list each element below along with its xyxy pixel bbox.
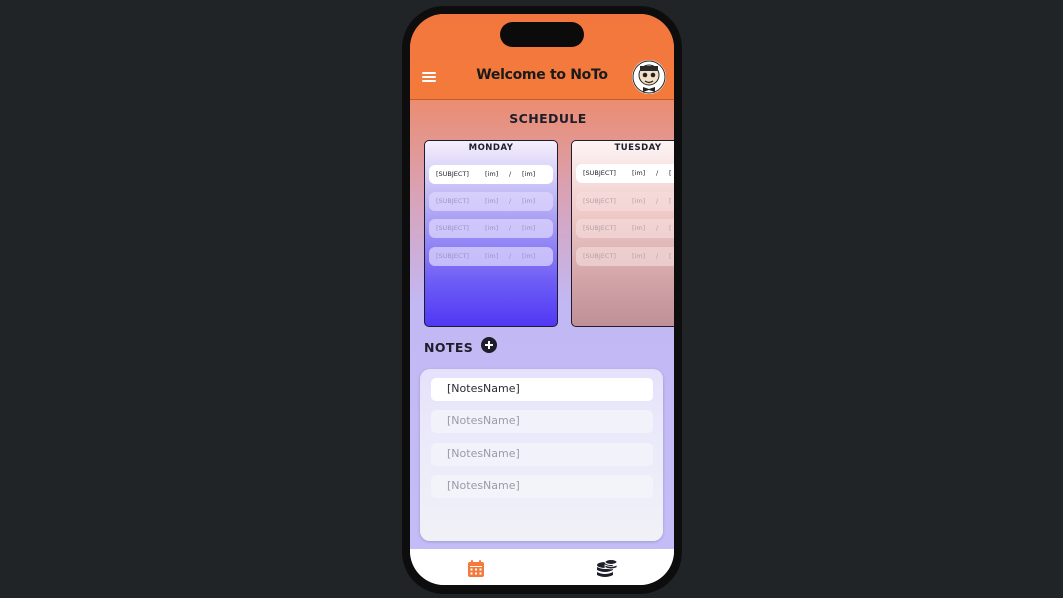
day-card-monday[interactable]: MONDAY [SUBJECT] [im] / [im] [SUBJECT] […: [424, 140, 558, 327]
avatar-icon[interactable]: [632, 60, 666, 94]
slot-start: [im]: [632, 224, 646, 232]
plus-circle-icon[interactable]: [481, 337, 497, 353]
slot-start: [im]: [485, 224, 499, 232]
slot-start: [im]: [632, 252, 646, 260]
schedule-slot[interactable]: [SUBJECT] [im] / [: [576, 164, 674, 183]
slot-subject: [SUBJECT]: [436, 197, 469, 205]
slot-subject: [SUBJECT]: [583, 252, 616, 260]
slot-start: [im]: [485, 170, 499, 178]
phone-frame: Welcome to NoTo SCHEDULE MONDAY [SUBJECT…: [402, 6, 682, 594]
schedule-heading: SCHEDULE: [509, 111, 587, 126]
schedule-slot[interactable]: [SUBJECT] [im] / [: [576, 247, 674, 266]
note-item[interactable]: [NotesName]: [431, 475, 653, 498]
note-name: [NotesName]: [447, 479, 520, 492]
schedule-slot[interactable]: [SUBJECT] [im] / [im]: [429, 192, 553, 211]
notes-list-panel: [NotesName] [NotesName] [NotesName] [Not…: [420, 369, 663, 541]
schedule-slot[interactable]: [SUBJECT] [im] / [im]: [429, 247, 553, 266]
schedule-slot[interactable]: [SUBJECT] [im] / [: [576, 192, 674, 211]
slot-separator: /: [656, 252, 659, 260]
bottom-tab-bar: [410, 549, 674, 585]
notes-heading: NOTES: [424, 340, 474, 355]
slot-start: [im]: [632, 197, 646, 205]
dynamic-island: [500, 22, 584, 47]
note-item[interactable]: [NotesName]: [431, 410, 653, 433]
app-screen: Welcome to NoTo SCHEDULE MONDAY [SUBJECT…: [410, 14, 674, 585]
menu-icon[interactable]: [422, 72, 436, 82]
note-item[interactable]: [NotesName]: [431, 443, 653, 466]
app-title: Welcome to NoTo: [476, 67, 608, 83]
slot-subject: [SUBJECT]: [583, 169, 616, 177]
slot-end: [: [669, 169, 672, 177]
day-label: MONDAY: [468, 143, 514, 153]
slot-subject: [SUBJECT]: [583, 224, 616, 232]
slot-separator: /: [509, 170, 512, 178]
slot-end: [: [669, 197, 672, 205]
slot-end: [: [669, 252, 672, 260]
slot-end: [: [669, 224, 672, 232]
slot-end: [im]: [522, 197, 536, 205]
schedule-slot[interactable]: [SUBJECT] [im] / [im]: [429, 219, 553, 238]
schedule-slot[interactable]: [SUBJECT] [im] / [: [576, 219, 674, 238]
slot-end: [im]: [522, 224, 536, 232]
note-item[interactable]: [NotesName]: [431, 378, 653, 401]
slot-separator: /: [509, 252, 512, 260]
schedule-slot[interactable]: [SUBJECT] [im] / [im]: [429, 165, 553, 184]
slot-end: [im]: [522, 170, 536, 178]
slot-start: [im]: [632, 169, 646, 177]
note-name: [NotesName]: [447, 447, 520, 460]
note-name: [NotesName]: [447, 382, 520, 395]
calendar-icon[interactable]: [465, 558, 487, 580]
slot-separator: /: [509, 197, 512, 205]
slot-separator: /: [509, 224, 512, 232]
slot-start: [im]: [485, 252, 499, 260]
day-card-tuesday[interactable]: TUESDAY [SUBJECT] [im] / [ [SUBJECT] [im…: [571, 140, 674, 327]
slot-start: [im]: [485, 197, 499, 205]
slot-end: [im]: [522, 252, 536, 260]
slot-separator: /: [656, 169, 659, 177]
slot-subject: [SUBJECT]: [436, 224, 469, 232]
day-label: TUESDAY: [614, 143, 662, 153]
slot-subject: [SUBJECT]: [436, 252, 469, 260]
slot-subject: [SUBJECT]: [583, 197, 616, 205]
slot-separator: /: [656, 197, 659, 205]
database-icon[interactable]: [596, 558, 618, 580]
note-name: [NotesName]: [447, 414, 520, 427]
slot-subject: [SUBJECT]: [436, 170, 469, 178]
slot-separator: /: [656, 224, 659, 232]
